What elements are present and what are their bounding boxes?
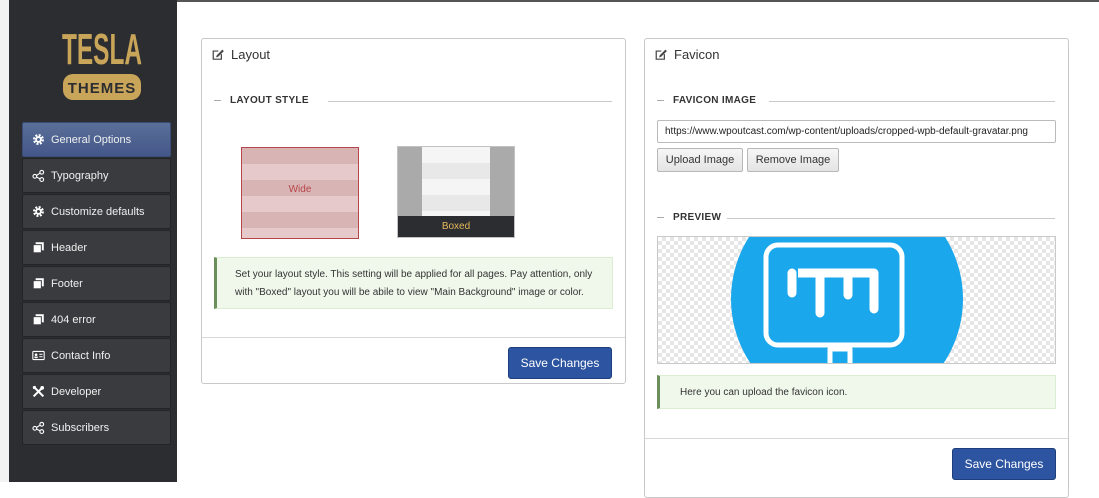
sidebar-item-label: Customize defaults xyxy=(51,205,145,218)
layout-info-note: Set your layout style. This setting will… xyxy=(214,257,613,309)
panel-footer-divider xyxy=(645,438,1068,439)
sidebar-item-subscribers[interactable]: Subscribers xyxy=(22,410,171,445)
favicon-info-note: Here you can upload the favicon icon. xyxy=(657,375,1056,409)
favicon-panel: Favicon FAVICON IMAGE https://www.wpoutc… xyxy=(644,38,1069,498)
sidebar-item-404-error[interactable]: 404 error xyxy=(22,302,171,337)
upload-image-button[interactable]: Upload Image xyxy=(657,148,743,172)
sidebar-item-label: Developer xyxy=(51,385,102,398)
sidebar-item-label: Typography xyxy=(51,169,109,182)
contact-card-icon xyxy=(32,349,45,362)
sidebar-item-developer[interactable]: Developer xyxy=(22,374,171,409)
share-icon xyxy=(32,421,45,434)
panel-title: Layout xyxy=(231,46,271,62)
remove-image-button[interactable]: Remove Image xyxy=(747,148,839,172)
sidebar-item-header[interactable]: Header xyxy=(22,230,171,265)
favicon-panel-header: Favicon xyxy=(645,39,1068,69)
layout-option-label: Boxed xyxy=(398,216,514,237)
sidebar-item-contact-info[interactable]: Contact Info xyxy=(22,338,171,373)
copy-icon xyxy=(32,313,45,326)
layout-option-label: Wide xyxy=(288,184,312,195)
sidebar-item-footer[interactable]: Footer xyxy=(22,266,171,301)
sidebar-item-label: Footer xyxy=(51,277,83,290)
favicon-preview xyxy=(657,236,1056,364)
svg-text:TESLA: TESLA xyxy=(62,25,142,74)
layout-save-button[interactable]: Save Changes xyxy=(508,347,612,379)
sidebar-item-general-options[interactable]: General Options xyxy=(22,122,171,157)
favicon-image-heading: FAVICON IMAGE xyxy=(657,95,1055,106)
tesla-themes-logo: TESLA THEMES xyxy=(59,14,145,106)
tools-icon xyxy=(32,385,45,398)
sidebar-item-customize-defaults[interactable]: Customize defaults xyxy=(22,194,171,229)
share-icon xyxy=(32,169,45,182)
preview-heading: PREVIEW xyxy=(657,212,1055,223)
layout-panel: Layout LAYOUT STYLE Wide Boxed Set your … xyxy=(201,38,626,384)
svg-text:THEMES: THEMES xyxy=(68,80,137,97)
sidebar-item-label: General Options xyxy=(51,133,132,146)
copy-icon xyxy=(32,241,45,254)
sidebar-item-label: Subscribers xyxy=(51,421,110,434)
sidebar-item-label: 404 error xyxy=(51,313,96,326)
favicon-preview-image xyxy=(731,237,963,363)
edit-icon xyxy=(655,49,667,60)
panel-title: Favicon xyxy=(674,46,720,62)
layout-style-heading: LAYOUT STYLE xyxy=(214,95,612,106)
edit-icon xyxy=(212,49,224,60)
layout-panel-header: Layout xyxy=(202,39,625,69)
layout-option-wide[interactable]: Wide xyxy=(241,147,359,239)
gear-icon xyxy=(32,205,45,218)
gear-icon xyxy=(32,133,45,146)
sidebar-item-label: Contact Info xyxy=(51,349,111,362)
sidebar-item-typography[interactable]: Typography xyxy=(22,158,171,193)
panel-footer-divider xyxy=(202,337,625,338)
left-edge-strip xyxy=(0,0,9,482)
favicon-save-button[interactable]: Save Changes xyxy=(952,448,1056,480)
sidebar-item-label: Header xyxy=(51,241,88,254)
favicon-url-input[interactable]: https://www.wpoutcast.com/wp-content/upl… xyxy=(657,120,1056,143)
copy-icon xyxy=(32,277,45,290)
layout-option-boxed[interactable]: Boxed xyxy=(397,146,515,238)
sidebar: TESLA THEMES General Options Typography … xyxy=(9,0,177,482)
sidebar-nav: General Options Typography Customize def… xyxy=(22,122,171,446)
